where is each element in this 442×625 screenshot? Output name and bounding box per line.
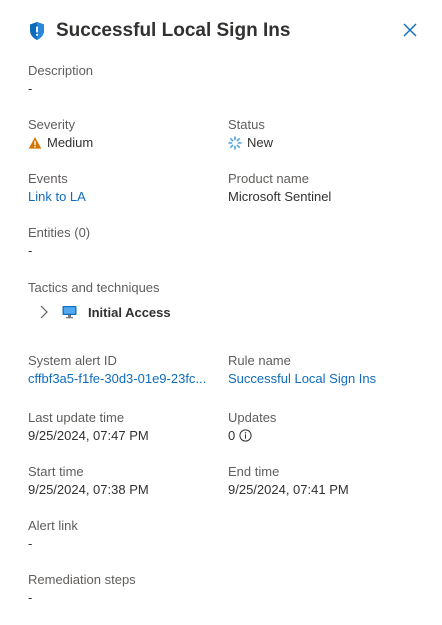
new-status-icon — [228, 135, 242, 150]
status-value: New — [247, 135, 274, 150]
product-name-field: Product name Microsoft Sentinel — [228, 170, 331, 205]
status-value-row: New — [228, 134, 273, 151]
alert-link-label: Alert link — [28, 518, 78, 533]
end-time-value: 9/25/2024, 07:41 PM — [228, 482, 349, 497]
events-field: Events Link to LA — [28, 170, 86, 205]
severity-field: Severity Medium — [28, 116, 93, 151]
last-update-time-value: 9/25/2024, 07:47 PM — [28, 428, 149, 443]
rule-name-field: Rule name Successful Local Sign Ins — [228, 352, 376, 387]
severity-value-row: Medium — [28, 134, 93, 151]
product-name-value: Microsoft Sentinel — [228, 189, 332, 204]
last-update-time-field: Last update time 9/25/2024, 07:47 PM — [28, 409, 149, 444]
severity-value: Medium — [47, 135, 94, 150]
events-label: Events — [28, 171, 68, 186]
system-alert-id-label: System alert ID — [28, 353, 117, 368]
link-to-la-link[interactable]: Link to LA — [28, 188, 86, 205]
start-time-label: Start time — [28, 464, 84, 479]
remediation-steps-value: - — [28, 590, 33, 605]
panel-header: Successful Local Sign Ins — [28, 16, 424, 46]
entities-value: - — [28, 243, 33, 258]
close-icon[interactable] — [402, 22, 418, 38]
alert-details-panel: Successful Local Sign Ins Description - … — [0, 0, 442, 625]
tactic-label: Initial Access — [88, 304, 171, 320]
product-name-label: Product name — [228, 171, 309, 186]
alert-link-field: Alert link - — [28, 517, 78, 552]
rule-name-label: Rule name — [228, 353, 291, 368]
updates-value-row: 0 — [228, 427, 276, 444]
system-alert-id-field: System alert ID cffbf3a5-f1fe-30d3-01e9-… — [28, 352, 206, 387]
alert-link-value: - — [28, 536, 33, 551]
tactics-label: Tactics and techniques — [28, 280, 160, 295]
remediation-steps-field: Remediation steps - — [28, 571, 136, 606]
status-label: Status — [228, 117, 265, 132]
status-field: Status New — [228, 116, 273, 151]
start-time-value: 9/25/2024, 07:38 PM — [28, 482, 149, 497]
system-alert-id-link[interactable]: cffbf3a5-f1fe-30d3-01e9-23fc... — [28, 370, 206, 387]
page-title: Successful Local Sign Ins — [56, 20, 291, 41]
warning-icon — [28, 136, 42, 150]
remediation-steps-label: Remediation steps — [28, 572, 136, 587]
entities-label: Entities (0) — [28, 225, 91, 240]
tactics-field: Tactics and techniques — [28, 279, 160, 297]
shield-icon — [28, 21, 46, 41]
description-field: Description - — [28, 62, 93, 97]
end-time-field: End time 9/25/2024, 07:41 PM — [228, 463, 349, 498]
end-time-label: End time — [228, 464, 280, 479]
description-value: - — [28, 81, 33, 96]
entities-field: Entities (0) - — [28, 224, 90, 259]
description-label: Description — [28, 63, 94, 78]
updates-label: Updates — [228, 410, 277, 425]
severity-label: Severity — [28, 117, 75, 132]
updates-field: Updates 0 — [228, 409, 276, 444]
tactic-item-initial-access[interactable]: Initial Access — [38, 302, 171, 322]
updates-value: 0 — [228, 428, 236, 443]
start-time-field: Start time 9/25/2024, 07:38 PM — [28, 463, 149, 498]
chevron-right-icon[interactable] — [38, 305, 50, 319]
info-icon[interactable] — [239, 429, 252, 442]
last-update-time-label: Last update time — [28, 410, 125, 425]
monitor-icon — [62, 305, 77, 319]
rule-name-link[interactable]: Successful Local Sign Ins — [228, 370, 376, 387]
